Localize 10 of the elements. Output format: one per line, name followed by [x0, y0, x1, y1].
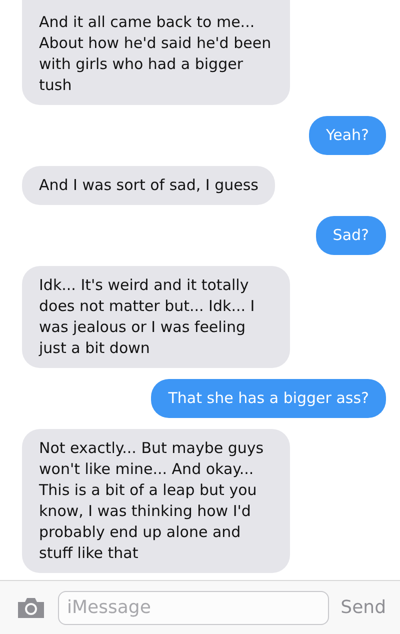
camera-icon[interactable]	[16, 596, 46, 618]
message-field[interactable]: iMessage	[58, 590, 329, 624]
sent-message: Yeah?	[308, 116, 386, 155]
sent-message: Sad?	[316, 216, 386, 255]
received-message: Not exactly... But maybe guys won't like mine... And okay... This is a bit of a leap but you know, I was thinking how I'd probably end up alone and stuff like that	[22, 429, 290, 573]
received-message: Idk... It's weird and it totally does not matter but... Idk... I was jealous or I was feeling just a bit down	[22, 266, 290, 368]
received-message: And it all came back to me... About how he'd said he'd been with girls who had a bigger tush	[22, 0, 290, 105]
sent-message: That she has a bigger ass?	[151, 379, 386, 418]
received-message: And I was sort of sad, I guess	[22, 166, 276, 205]
send-button[interactable]: Send	[340, 597, 386, 618]
